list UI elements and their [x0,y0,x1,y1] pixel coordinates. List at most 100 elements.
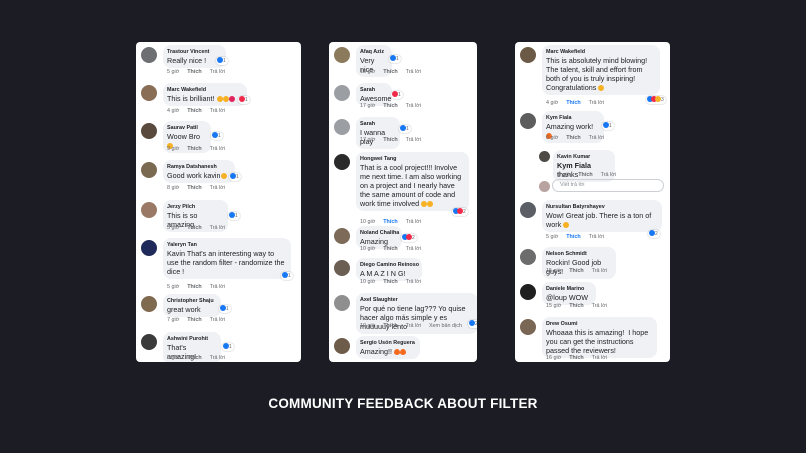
comment-time[interactable]: 8 giờ [167,185,179,191]
avatar[interactable] [334,154,350,170]
comment-author[interactable]: Nursultan Batyrshayev [546,203,656,211]
reply-button[interactable]: Trả lời [592,303,607,309]
reply-button[interactable]: Trả lời [210,225,225,231]
like-button[interactable]: Thích [187,225,201,231]
like-button[interactable]: Thích [187,185,201,191]
see-translation-link[interactable]: Xem bản dịch [429,323,462,329]
like-button[interactable]: Thích [383,103,397,109]
reply-button[interactable]: Trả lời [406,323,421,329]
like-button[interactable]: Thích [566,135,580,141]
like-button[interactable]: Thích [187,284,201,290]
reaction-count[interactable]: 1 [222,343,234,351]
comment-author[interactable]: Sarah [360,120,394,128]
avatar[interactable] [334,85,350,101]
comment-time[interactable]: 10 giờ [360,219,375,225]
avatar[interactable] [520,284,536,300]
avatar[interactable] [141,202,157,218]
reaction-count[interactable]: 2 [648,230,660,238]
reply-button[interactable]: Trả lời [601,172,616,178]
reply-button[interactable]: Trả lời [210,284,225,290]
avatar[interactable] [141,47,157,63]
reply-button[interactable]: Trả lời [406,219,421,225]
comment-author[interactable]: Marc Wakefield [167,86,241,94]
reaction-count[interactable]: 1 [228,212,240,220]
comment-time[interactable]: 5 giờ [167,225,179,231]
like-button[interactable]: Thích [569,355,583,361]
reply-button[interactable]: Trả lời [589,100,604,106]
comment-author[interactable]: Sarah [360,86,386,94]
like-button[interactable]: Thích [569,268,583,274]
reply-button[interactable]: Trả lời [589,234,604,240]
comment-author[interactable]: Sergio Usón Reguera [360,339,415,347]
like-button[interactable]: Thích [187,146,201,152]
avatar[interactable] [141,296,157,312]
avatar[interactable] [334,228,350,244]
like-button[interactable]: Thích [566,100,580,106]
comment-time[interactable]: 9 giờ [167,146,179,152]
reaction-count[interactable]: 1 [281,272,293,280]
comment-author[interactable]: Ramya Datshanesh [167,163,229,171]
comment-author[interactable]: Kym Fiala [546,114,598,122]
like-button[interactable]: Thích [187,108,201,114]
avatar[interactable] [334,47,350,63]
reply-button[interactable]: Trả lời [210,69,225,75]
reaction-count[interactable]: 1 [211,132,223,140]
comment-author[interactable]: Noland Chaliha [360,229,399,237]
comment-time[interactable]: 10 giờ [360,246,375,252]
reaction-count[interactable]: 1 [219,305,231,313]
comment-time[interactable]: 10 giờ [360,279,375,285]
comment-time[interactable]: 15 giờ [546,303,561,309]
comment-time[interactable]: 15 giờ [546,268,561,274]
avatar[interactable] [520,249,536,265]
reply-button[interactable]: Trả lời [210,355,225,361]
avatar[interactable] [141,162,157,178]
comment-time[interactable]: 6 giờ [546,135,558,141]
like-button[interactable]: Thích [187,355,201,361]
reply-button[interactable]: Trả lời [406,246,421,252]
comment-time[interactable]: 17 giờ [360,103,375,109]
avatar[interactable] [141,240,157,256]
reply-button[interactable]: Trả lời [406,103,421,109]
avatar[interactable] [334,295,350,311]
avatar[interactable] [520,202,536,218]
avatar[interactable] [334,338,350,354]
like-button[interactable]: Thích [383,219,397,225]
reaction-count[interactable]: 1 [602,122,614,130]
reply-button[interactable]: Trả lời [210,185,225,191]
comment-time[interactable]: 4 giờ [167,108,179,114]
avatar[interactable] [520,113,536,129]
reaction-count[interactable]: 1 [391,91,403,99]
comment-author[interactable]: Kavin Kumar [557,153,609,161]
avatar[interactable] [141,334,157,350]
reaction-count[interactable]: 2 [401,234,417,242]
reaction-count[interactable]: 1 [399,125,411,133]
comment-time[interactable]: 10 giờ [360,323,375,329]
comment-time[interactable]: 18 giờ [360,69,375,75]
mention-link[interactable]: Kym Fiala [557,161,591,170]
comment-author[interactable]: Nelson Schmidt [546,250,610,258]
comment-author[interactable]: Drew Osumi [546,320,651,328]
comment-author[interactable]: Diego Camino Reinoso [360,261,419,269]
comment-author[interactable]: Jerzy Pilch [167,203,222,211]
reply-button[interactable]: Trả lời [592,355,607,361]
comment-author[interactable]: Trastour Vincent [167,48,220,56]
comment-time[interactable]: 5 giờ [546,234,558,240]
like-button[interactable]: Thích [187,317,201,323]
like-button[interactable]: Thích [383,279,397,285]
reply-button[interactable]: Trả lời [592,268,607,274]
like-button[interactable]: Thích [187,69,201,75]
reply-input[interactable]: Viết trả lời [552,179,664,192]
comment-time[interactable]: 7 giờ [167,317,179,323]
reaction-count[interactable]: 1 [238,96,250,104]
avatar[interactable] [520,47,536,63]
reply-button[interactable]: Trả lời [210,108,225,114]
reaction-count[interactable]: 2 [452,208,468,216]
like-button[interactable]: Thích [383,323,397,329]
like-button[interactable]: Thích [383,246,397,252]
avatar[interactable] [141,123,157,139]
comment-time[interactable]: 8 giờ [558,172,570,178]
avatar[interactable] [520,319,536,335]
reply-button[interactable]: Trả lời [406,279,421,285]
reply-button[interactable]: Trả lời [406,137,421,143]
like-button[interactable]: Thích [566,234,580,240]
